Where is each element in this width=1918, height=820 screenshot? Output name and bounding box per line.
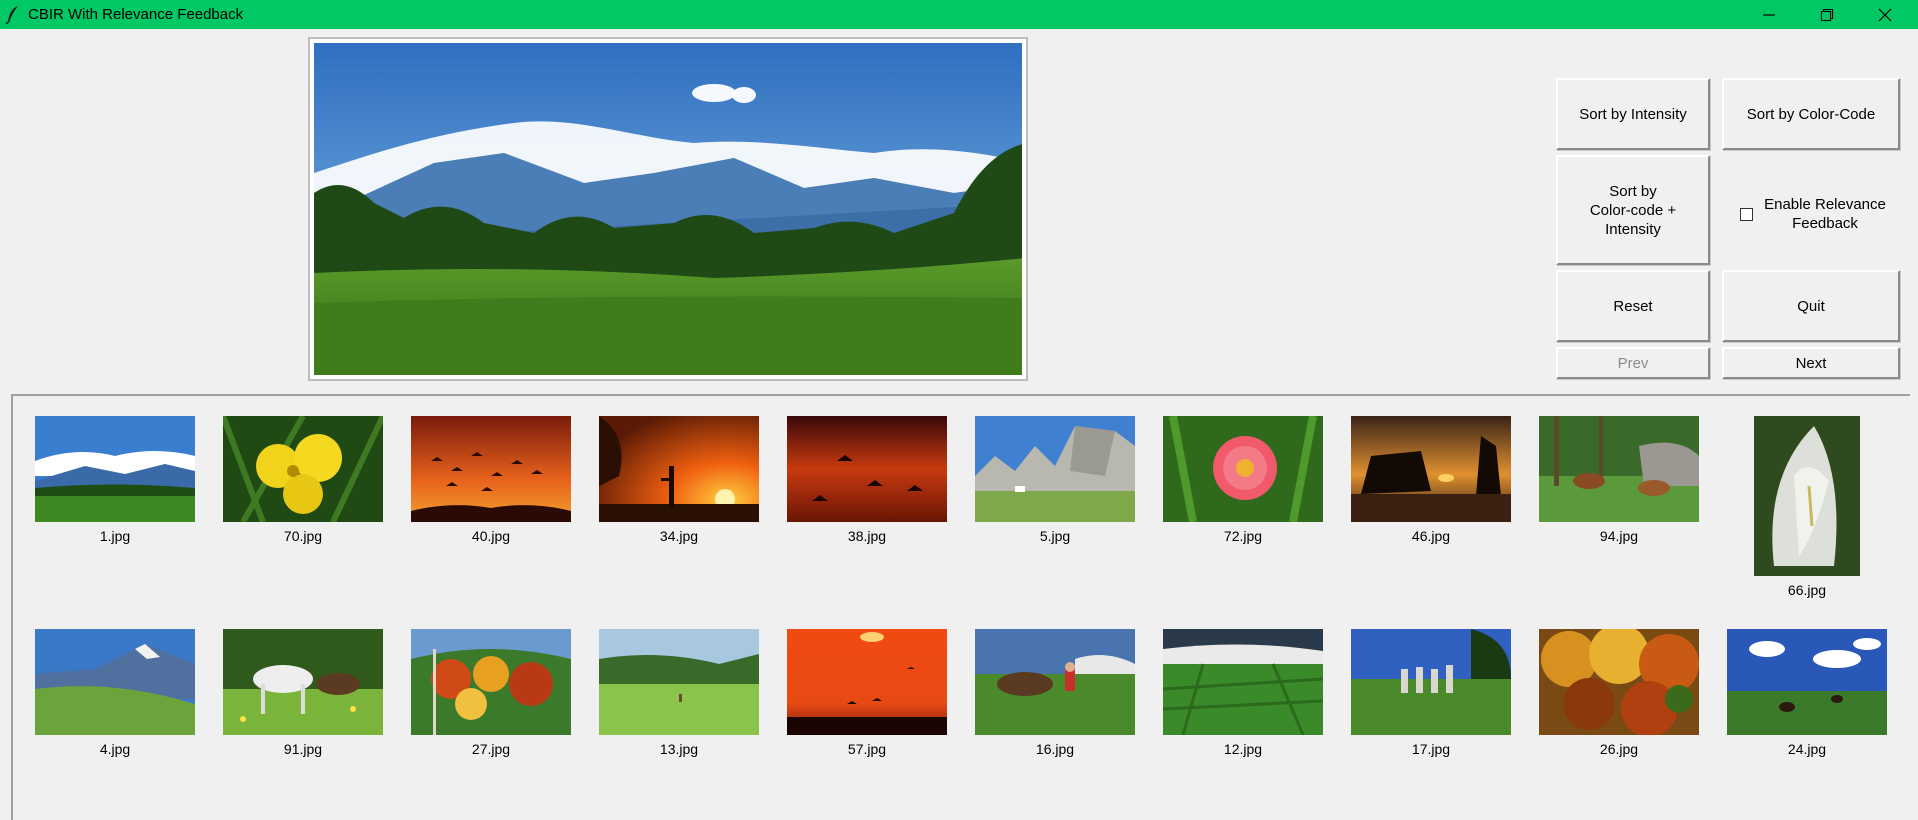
gallery-item[interactable]: 91.jpg — [223, 629, 383, 757]
thumbnail-label: 24.jpg — [1787, 741, 1827, 757]
sort-combo-line-1: Sort by — [1609, 182, 1657, 200]
gallery-item[interactable]: 70.jpg — [223, 416, 383, 544]
close-button[interactable] — [1856, 0, 1914, 29]
gallery-item[interactable]: 12.jpg — [1163, 629, 1323, 757]
thumbnail-label: 27.jpg — [471, 741, 511, 757]
relevance-feedback-label: Enable Relevance Feedback — [1760, 195, 1890, 233]
relevance-label-line-1: Enable Relevance — [1764, 196, 1886, 213]
relevance-label-line-2: Feedback — [1792, 215, 1858, 232]
thumbnail-image[interactable] — [1539, 629, 1699, 735]
thumbnail-label: 57.jpg — [847, 741, 887, 757]
feather-icon — [5, 5, 18, 25]
sort-combo-line-3: Intensity — [1605, 220, 1661, 238]
thumbnail-image[interactable] — [1351, 629, 1511, 735]
thumbnail-image[interactable] — [1754, 416, 1860, 576]
thumbnail-label: 5.jpg — [1039, 528, 1071, 544]
thumbnail-label: 91.jpg — [283, 741, 323, 757]
gallery-item[interactable]: 24.jpg — [1727, 629, 1887, 757]
thumbnail-image[interactable] — [1539, 416, 1699, 522]
gallery-item[interactable]: 26.jpg — [1539, 629, 1699, 757]
reset-label: Reset — [1613, 297, 1653, 315]
gallery-item[interactable]: 46.jpg — [1351, 416, 1511, 544]
prev-label: Prev — [1617, 354, 1649, 372]
preview-frame — [308, 37, 1028, 381]
sort-color-code-intensity-button[interactable]: Sort by Color-code + Intensity — [1556, 155, 1710, 265]
thumbnail-label: 40.jpg — [471, 528, 511, 544]
sort-color-code-button[interactable]: Sort by Color-Code — [1722, 78, 1900, 150]
sort-color-code-label: Sort by Color-Code — [1746, 105, 1876, 123]
quit-label: Quit — [1797, 297, 1825, 315]
gallery-item[interactable]: 38.jpg — [787, 416, 947, 544]
gallery-item[interactable]: 34.jpg — [599, 416, 759, 544]
thumbnail-image[interactable] — [787, 629, 947, 735]
thumbnail-label: 4.jpg — [99, 741, 131, 757]
thumbnail-label: 12.jpg — [1223, 741, 1263, 757]
restore-button[interactable] — [1798, 0, 1856, 29]
sort-intensity-label: Sort by Intensity — [1579, 105, 1687, 123]
thumbnail-image[interactable] — [1727, 629, 1887, 735]
thumbnail-image[interactable] — [411, 416, 571, 522]
gallery-item[interactable]: 13.jpg — [599, 629, 759, 757]
thumbnail-image[interactable] — [975, 416, 1135, 522]
sort-intensity-button[interactable]: Sort by Intensity — [1556, 78, 1710, 150]
gallery-item[interactable]: 57.jpg — [787, 629, 947, 757]
thumbnail-label: 72.jpg — [1223, 528, 1263, 544]
gallery-item[interactable]: 16.jpg — [975, 629, 1135, 757]
gallery-item[interactable]: 66.jpg — [1727, 416, 1887, 598]
results-gallery: 1.jpg 70.jpg 40.jpg 34.jpg 38.jpg 5.jpg — [11, 394, 1910, 820]
thumbnail-image[interactable] — [599, 629, 759, 735]
gallery-item[interactable]: 17.jpg — [1351, 629, 1511, 757]
thumbnail-label: 38.jpg — [847, 528, 887, 544]
thumbnail-label: 70.jpg — [283, 528, 323, 544]
thumbnail-label: 94.jpg — [1599, 528, 1639, 544]
thumbnail-label: 34.jpg — [659, 528, 699, 544]
minimize-icon — [1763, 13, 1775, 16]
next-button[interactable]: Next — [1722, 347, 1900, 379]
thumbnail-label: 26.jpg — [1599, 741, 1639, 757]
reset-button[interactable]: Reset — [1556, 270, 1710, 342]
thumbnail-image[interactable] — [223, 629, 383, 735]
thumbnail-image[interactable] — [35, 629, 195, 735]
thumbnail-image[interactable] — [599, 416, 759, 522]
thumbnail-label: 16.jpg — [1035, 741, 1075, 757]
thumbnail-label: 1.jpg — [99, 528, 131, 544]
thumbnail-label: 66.jpg — [1787, 582, 1827, 598]
prev-button[interactable]: Prev — [1556, 347, 1710, 379]
thumbnail-image[interactable] — [1163, 416, 1323, 522]
close-icon — [1878, 8, 1892, 21]
gallery-item[interactable]: 40.jpg — [411, 416, 571, 544]
gallery-item[interactable]: 94.jpg — [1539, 416, 1699, 544]
relevance-feedback-option[interactable]: Enable Relevance Feedback — [1740, 192, 1910, 236]
gallery-item[interactable]: 4.jpg — [35, 629, 195, 757]
gallery-item[interactable]: 72.jpg — [1163, 416, 1323, 544]
gallery-item[interactable]: 1.jpg — [35, 416, 195, 544]
restore-icon — [1820, 8, 1834, 21]
thumbnail-image[interactable] — [1163, 629, 1323, 735]
minimize-button[interactable] — [1740, 0, 1798, 29]
thumbnail-image[interactable] — [35, 416, 195, 522]
thumbnail-image[interactable] — [411, 629, 571, 735]
next-label: Next — [1795, 354, 1827, 372]
thumbnail-image[interactable] — [787, 416, 947, 522]
title-bar: CBIR With Relevance Feedback — [0, 0, 1918, 29]
thumbnail-label: 17.jpg — [1411, 741, 1451, 757]
mountain-landscape-image — [314, 43, 1022, 375]
quit-button[interactable]: Quit — [1722, 270, 1900, 342]
thumbnail-label: 46.jpg — [1411, 528, 1451, 544]
thumbnail-image[interactable] — [223, 416, 383, 522]
gallery-item[interactable]: 5.jpg — [975, 416, 1135, 544]
window-title: CBIR With Relevance Feedback — [28, 6, 244, 23]
gallery-item[interactable]: 27.jpg — [411, 629, 571, 757]
sort-combo-line-2: Color-code + — [1589, 201, 1677, 219]
relevance-feedback-checkbox[interactable] — [1740, 207, 1753, 221]
thumbnail-image[interactable] — [975, 629, 1135, 735]
thumbnail-image[interactable] — [1351, 416, 1511, 522]
thumbnail-label: 13.jpg — [659, 741, 699, 757]
